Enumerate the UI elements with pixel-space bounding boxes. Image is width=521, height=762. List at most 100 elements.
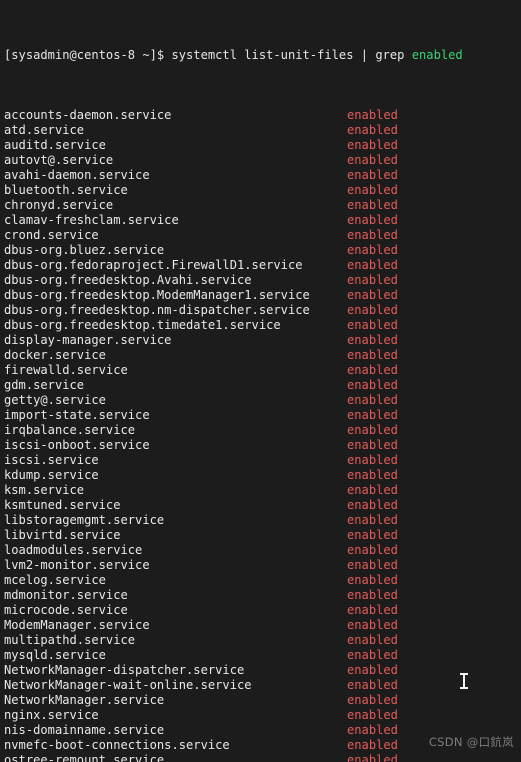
unit-file-state: enabled	[347, 723, 398, 737]
unit-file-row: irqbalance.service enabled	[4, 423, 521, 438]
unit-file-row: dbus-org.freedesktop.Avahi.service enable…	[4, 273, 521, 288]
unit-file-state: enabled	[347, 228, 398, 242]
unit-file-name: crond.service	[4, 228, 99, 242]
unit-file-state: enabled	[347, 138, 398, 152]
unit-file-name: libstoragemgmt.service	[4, 513, 165, 527]
unit-file-name: accounts-daemon.service	[4, 108, 172, 122]
unit-file-name: getty@.service	[4, 393, 106, 407]
unit-file-state: enabled	[347, 558, 398, 572]
unit-file-state: enabled	[347, 198, 398, 212]
unit-file-row: atd.service enabled	[4, 123, 521, 138]
unit-file-name: gdm.service	[4, 378, 85, 392]
terminal-window[interactable]: [sysadmin@centos-8 ~]$ systemctl list-un…	[0, 0, 521, 762]
unit-file-state: enabled	[347, 123, 398, 137]
unit-file-state: enabled	[347, 243, 398, 257]
unit-file-name: dbus-org.freedesktop.timedate1.service	[4, 318, 281, 332]
command-text: systemctl list-unit-files | grep	[171, 48, 412, 62]
unit-file-row: getty@.service enabled	[4, 393, 521, 408]
unit-file-row: crond.service enabled	[4, 228, 521, 243]
unit-file-row: dbus-org.bluez.service enabled	[4, 243, 521, 258]
unit-file-row: mcelog.service enabled	[4, 573, 521, 588]
unit-file-state: enabled	[347, 648, 398, 662]
unit-file-row: auditd.service enabled	[4, 138, 521, 153]
unit-file-name: nis-domainname.service	[4, 723, 165, 737]
unit-file-row: libstoragemgmt.service enabled	[4, 513, 521, 528]
unit-file-row: dbus-org.fedoraproject.FirewallD1.servic…	[4, 258, 521, 273]
unit-file-name: import-state.service	[4, 408, 150, 422]
unit-file-name: ksmtuned.service	[4, 498, 121, 512]
unit-file-state: enabled	[347, 678, 398, 692]
unit-file-state: enabled	[347, 423, 398, 437]
unit-file-state: enabled	[347, 498, 398, 512]
unit-file-state: enabled	[347, 303, 398, 317]
unit-file-name: libvirtd.service	[4, 528, 121, 542]
unit-file-state: enabled	[347, 378, 398, 392]
unit-file-row: import-state.service enabled	[4, 408, 521, 423]
unit-file-name: microcode.service	[4, 603, 128, 617]
unit-file-state: enabled	[347, 483, 398, 497]
unit-file-state: enabled	[347, 708, 398, 722]
shell-prompt: [sysadmin@centos-8 ~]$	[4, 48, 172, 62]
unit-file-state: enabled	[347, 333, 398, 347]
unit-file-name: autovt@.service	[4, 153, 114, 167]
unit-file-name: NetworkManager.service	[4, 693, 165, 707]
unit-file-state: enabled	[347, 168, 398, 182]
unit-file-state: enabled	[347, 738, 398, 752]
unit-file-name: iscsi-onboot.service	[4, 438, 150, 452]
unit-file-state: enabled	[347, 573, 398, 587]
unit-file-name: lvm2-monitor.service	[4, 558, 150, 572]
unit-file-row: loadmodules.service enabled	[4, 543, 521, 558]
csdn-watermark: CSDN @⼝鈧岚	[428, 735, 514, 749]
unit-file-name: mysqld.service	[4, 648, 106, 662]
unit-file-name: dbus-org.fedoraproject.FirewallD1.servic…	[4, 258, 303, 272]
unit-file-name: mdmonitor.service	[4, 588, 128, 602]
unit-file-state: enabled	[347, 633, 398, 647]
unit-file-row: gdm.service enabled	[4, 378, 521, 393]
unit-file-row: ostree-remount.service enabled	[4, 753, 521, 762]
unit-file-state: enabled	[347, 753, 398, 762]
unit-file-row: microcode.service enabled	[4, 603, 521, 618]
unit-file-state: enabled	[347, 288, 398, 302]
command-prompt-line: [sysadmin@centos-8 ~]$ systemctl list-un…	[4, 48, 521, 63]
unit-file-name: chronyd.service	[4, 198, 114, 212]
unit-file-row: accounts-daemon.service enabled	[4, 108, 521, 123]
unit-file-name: bluetooth.service	[4, 183, 128, 197]
unit-file-row: iscsi-onboot.service enabled	[4, 438, 521, 453]
unit-file-state: enabled	[347, 153, 398, 167]
unit-file-row: kdump.service enabled	[4, 468, 521, 483]
unit-file-row: dbus-org.freedesktop.timedate1.service en…	[4, 318, 521, 333]
unit-file-row: display-manager.service enabled	[4, 333, 521, 348]
unit-file-row: ksm.service enabled	[4, 483, 521, 498]
unit-file-state: enabled	[347, 663, 398, 677]
unit-file-name: NetworkManager-wait-online.service	[4, 678, 252, 692]
unit-file-name: dbus-org.bluez.service	[4, 243, 165, 257]
unit-file-row: clamav-freshclam.service enabled	[4, 213, 521, 228]
unit-file-row: docker.service enabled	[4, 348, 521, 363]
unit-file-name: mcelog.service	[4, 573, 106, 587]
unit-file-row: chronyd.service enabled	[4, 198, 521, 213]
unit-file-name: auditd.service	[4, 138, 106, 152]
unit-file-row: NetworkManager-wait-online.service enable…	[4, 678, 521, 693]
unit-file-state: enabled	[347, 393, 398, 407]
unit-file-name: atd.service	[4, 123, 85, 137]
unit-file-row: dbus-org.freedesktop.ModemManager1.servi…	[4, 288, 521, 303]
unit-file-state: enabled	[347, 603, 398, 617]
unit-file-state: enabled	[347, 513, 398, 527]
unit-files-output-list: accounts-daemon.service enabled atd.servic…	[4, 108, 521, 762]
unit-file-name: dbus-org.freedesktop.Avahi.service	[4, 273, 252, 287]
unit-file-row: nginx.service enabled	[4, 708, 521, 723]
unit-file-row: bluetooth.service enabled	[4, 183, 521, 198]
unit-file-name: firewalld.service	[4, 363, 128, 377]
unit-file-state: enabled	[347, 108, 398, 122]
unit-file-row: libvirtd.service enabled	[4, 528, 521, 543]
unit-file-name: nvmefc-boot-connections.service	[4, 738, 230, 752]
unit-file-name: irqbalance.service	[4, 423, 136, 437]
unit-file-state: enabled	[347, 183, 398, 197]
unit-file-name: ModemManager.service	[4, 618, 150, 632]
unit-file-state: enabled	[347, 348, 398, 362]
unit-file-state: enabled	[347, 693, 398, 707]
unit-file-state: enabled	[347, 528, 398, 542]
unit-file-state: enabled	[347, 543, 398, 557]
unit-file-name: NetworkManager-dispatcher.service	[4, 663, 245, 677]
unit-file-name: kdump.service	[4, 468, 99, 482]
